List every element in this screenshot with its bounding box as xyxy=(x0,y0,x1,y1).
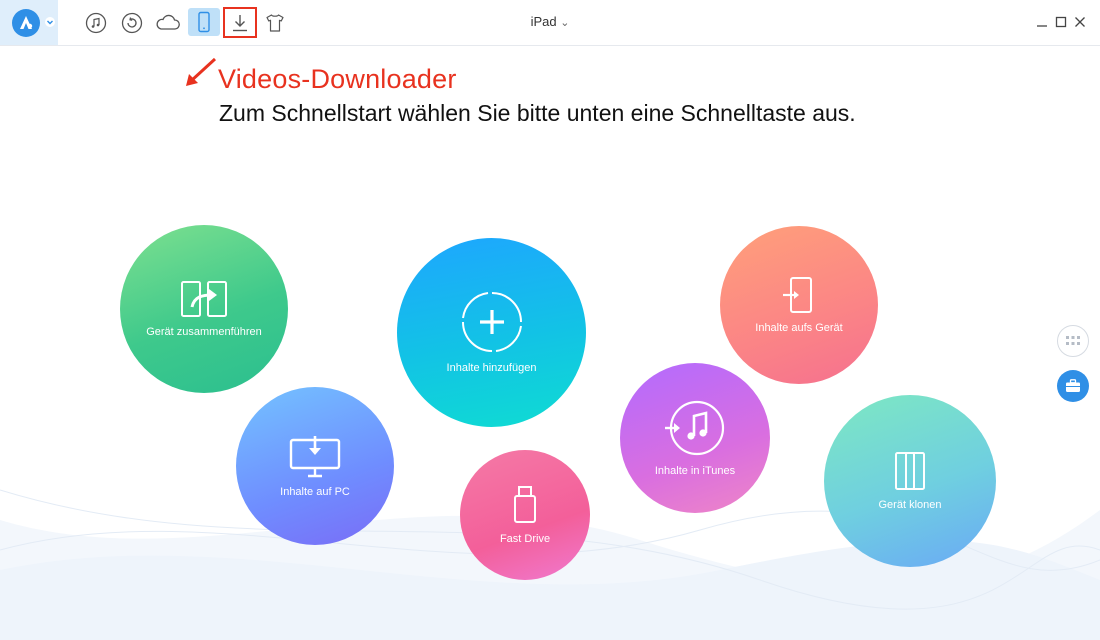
restore-icon[interactable] xyxy=(119,10,145,36)
monitor-icon xyxy=(289,435,341,477)
phone-icon[interactable] xyxy=(188,8,220,36)
content-to-itunes-label: Inhalte in iTunes xyxy=(654,464,736,477)
title-bar: iPad ⌄ xyxy=(0,0,1100,46)
itunes-icon xyxy=(665,400,725,455)
app-logo-icon[interactable] xyxy=(12,9,40,37)
merge-device-button[interactable]: Gerät zusammenführen xyxy=(120,225,288,393)
annotation-arrow-icon xyxy=(186,57,217,86)
app-logo-area[interactable] xyxy=(0,0,58,45)
toolbox-button[interactable] xyxy=(1057,370,1089,402)
clone-icon xyxy=(895,451,925,490)
cloud-icon[interactable] xyxy=(155,10,181,36)
annotation-label: Videos-Downloader xyxy=(218,64,457,94)
content-to-itunes-button[interactable]: Inhalte in iTunes xyxy=(620,363,770,513)
maximize-icon[interactable] xyxy=(1053,14,1069,30)
merge-device-label: Gerät zusammenführen xyxy=(146,325,262,338)
chevron-down-icon[interactable] xyxy=(44,16,56,28)
clone-device-label: Gerät klonen xyxy=(878,498,942,511)
content-to-device-label: Inhalte aufs Gerät xyxy=(755,321,843,334)
tshirt-icon[interactable] xyxy=(262,10,288,36)
content-to-pc-label: Inhalte auf PC xyxy=(280,485,350,498)
add-content-label: Inhalte hinzufügen xyxy=(446,362,537,374)
content-to-device-button[interactable]: Inhalte aufs Gerät xyxy=(720,226,878,384)
chevron-down-icon: ⌄ xyxy=(560,17,570,29)
plus-icon xyxy=(461,292,522,352)
fast-drive-label: Fast Drive xyxy=(499,532,551,545)
grid-view-button[interactable] xyxy=(1057,325,1089,357)
fast-drive-button[interactable]: Fast Drive xyxy=(460,450,590,580)
usb-drive-icon xyxy=(514,485,536,523)
merge-icon xyxy=(181,280,227,317)
device-label: iPad xyxy=(530,14,557,29)
grid-icon xyxy=(1066,336,1080,345)
toolbox-icon xyxy=(1066,379,1080,392)
minimize-icon[interactable] xyxy=(1034,14,1050,30)
add-content-button[interactable]: Inhalte hinzufügen xyxy=(397,238,586,427)
instruction-text: Zum Schnellstart wählen Sie bitte unten … xyxy=(219,100,856,126)
clone-device-button[interactable]: Gerät klonen xyxy=(824,395,996,567)
to-device-icon xyxy=(783,276,812,313)
music-icon[interactable] xyxy=(83,10,109,36)
download-highlight-box xyxy=(223,7,257,38)
close-icon[interactable] xyxy=(1072,14,1088,30)
content-to-pc-button[interactable]: Inhalte auf PC xyxy=(236,387,394,545)
device-selector[interactable]: iPad ⌄ xyxy=(510,14,590,29)
